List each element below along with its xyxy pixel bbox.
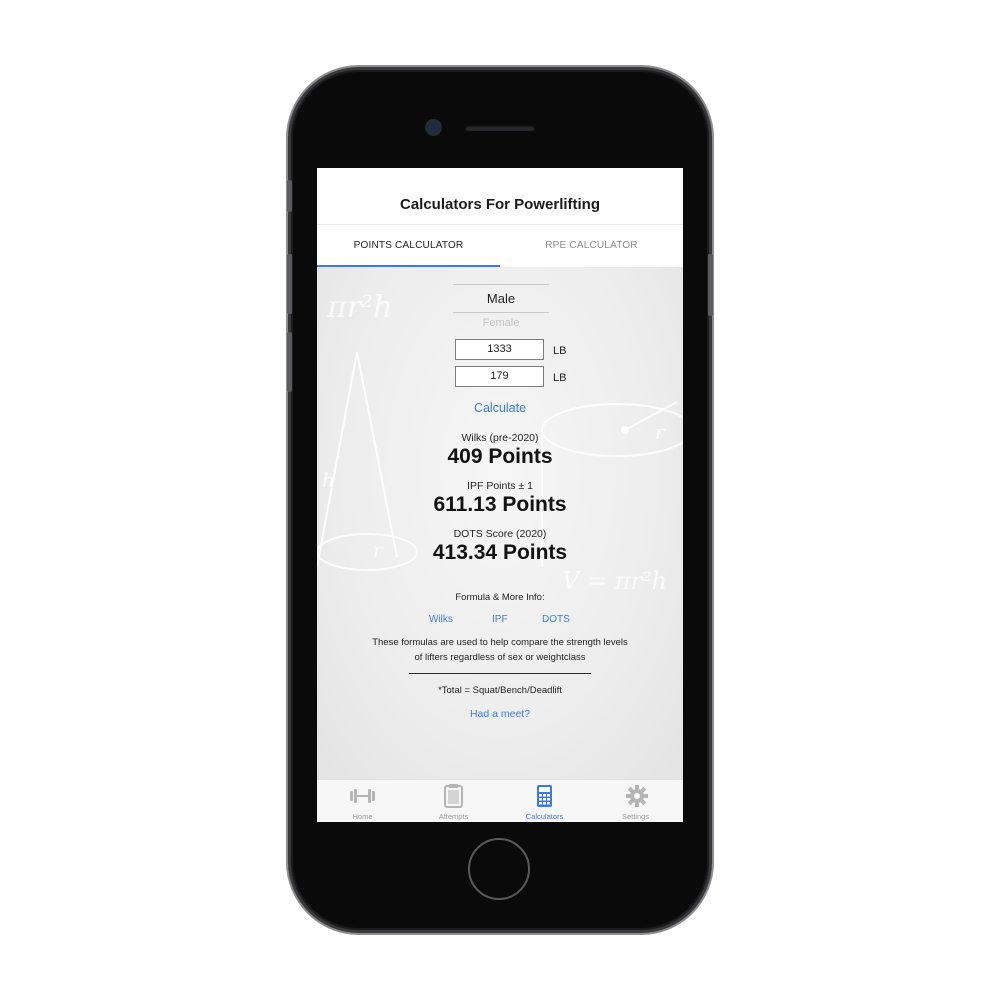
ipf-value: 611.13 Points: [433, 493, 567, 516]
picker-other-option[interactable]: Female: [453, 317, 549, 329]
app-screen: Calculators For Powerlifting POINTS CALC…: [317, 168, 683, 822]
tabbar-label-attempts: Attempts: [438, 812, 469, 821]
formula-description-line1: These formulas are used to help compare …: [372, 637, 628, 648]
gear-icon: [590, 784, 681, 808]
section-divider: [409, 673, 591, 674]
had-a-meet-link[interactable]: Had a meet?: [317, 708, 683, 720]
earpiece-speaker: [465, 125, 535, 131]
bottom-tab-bar: Home Attempts Calculators Settings: [317, 779, 683, 822]
ipf-label: IPF Points ± 1: [467, 480, 533, 492]
wilks-label: Wilks (pre-2020): [461, 432, 539, 444]
mute-switch: [287, 180, 292, 212]
tabbar-item-settings[interactable]: Settings: [590, 780, 681, 822]
sex-picker[interactable]: Male Female: [453, 283, 549, 343]
formula-description-line2: of lifters regardless of sex or weightcl…: [414, 652, 586, 663]
picker-divider-top: [453, 284, 549, 285]
calculate-button[interactable]: Calculate: [317, 401, 683, 415]
tabbar-item-attempts[interactable]: Attempts: [408, 780, 499, 822]
home-button[interactable]: [468, 838, 530, 900]
page-title: Calculators For Powerlifting: [399, 196, 601, 213]
dots-value: 413.34 Points: [432, 541, 568, 564]
total-unit-label: LB: [553, 345, 567, 357]
clipboard-icon: [408, 784, 499, 808]
tabbar-item-calculators[interactable]: Calculators: [499, 780, 590, 822]
nav-header: Calculators For Powerlifting: [317, 168, 683, 225]
total-note: *Total = Squat/Bench/Deadlift: [438, 685, 562, 696]
tab-points-calculator[interactable]: POINTS CALCULATOR: [317, 225, 500, 267]
dots-label: DOTS Score (2020): [453, 528, 547, 540]
power-button: [708, 254, 713, 316]
formula-a-text: πr²h: [326, 290, 392, 325]
tabbar-label-home: Home: [352, 812, 373, 821]
calculator-icon: [499, 784, 590, 808]
picker-selected-option[interactable]: Male: [453, 291, 549, 306]
total-input[interactable]: 1333: [455, 339, 544, 360]
wilks-value: 409 Points: [447, 445, 553, 468]
barbell-icon: [317, 784, 408, 808]
formula-heading: Formula & More Info:: [455, 592, 545, 603]
ipf-link[interactable]: IPF: [492, 614, 508, 625]
bodyweight-input[interactable]: 179: [455, 366, 544, 387]
picker-divider-bottom: [453, 312, 549, 313]
front-camera: [427, 121, 440, 134]
dots-link[interactable]: DOTS: [542, 614, 570, 625]
tabbar-label-settings: Settings: [621, 812, 650, 821]
segment-tabs: POINTS CALCULATOR RPE CALCULATOR: [317, 225, 683, 267]
tabbar-label-calculators: Calculators: [525, 812, 564, 821]
points-calculator-panel: πr²h V = πr²h r h r Male Female 1333 LB …: [317, 267, 683, 779]
tab-rpe-calculator[interactable]: RPE CALCULATOR: [500, 225, 683, 267]
wilks-link[interactable]: Wilks: [429, 614, 453, 625]
volume-down-button: [287, 332, 292, 392]
formula-b-text: V = πr²h: [562, 567, 667, 595]
bodyweight-unit-label: LB: [553, 372, 567, 384]
volume-up-button: [287, 254, 292, 314]
tabbar-item-home[interactable]: Home: [317, 780, 408, 822]
